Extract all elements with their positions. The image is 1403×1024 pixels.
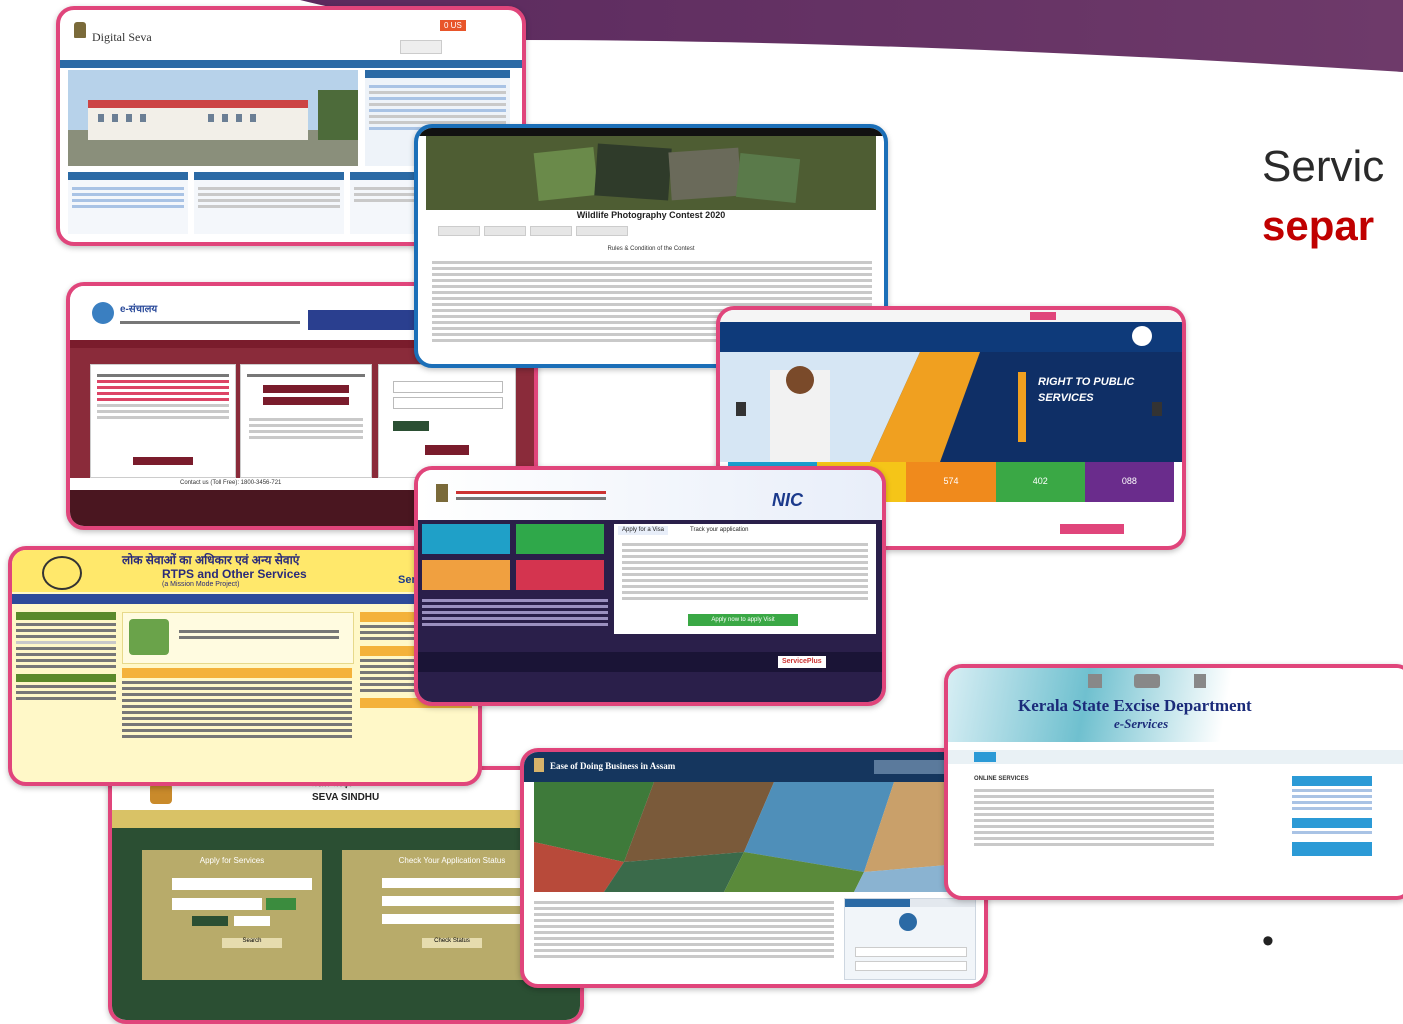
tourism-collage bbox=[534, 782, 984, 892]
header-badge bbox=[1030, 312, 1056, 320]
nav-bar bbox=[60, 60, 522, 68]
brand-name: e-संचालय bbox=[120, 304, 158, 315]
status-select-2[interactable] bbox=[382, 896, 522, 906]
state-emblem-icon bbox=[1134, 674, 1160, 688]
emblem-icon bbox=[1088, 674, 1102, 688]
search-input[interactable] bbox=[400, 40, 442, 54]
section-heading: ONLINE SERVICES bbox=[974, 776, 1029, 782]
nav-bar bbox=[12, 594, 478, 604]
cta-button[interactable] bbox=[1060, 524, 1124, 534]
excise-emblem-icon bbox=[1194, 674, 1206, 688]
title-english: SEVA SINDHU bbox=[312, 792, 380, 803]
home-tab[interactable] bbox=[974, 752, 996, 762]
captcha-input[interactable] bbox=[234, 916, 270, 926]
status-button[interactable] bbox=[263, 397, 349, 405]
search-button[interactable]: Search bbox=[222, 938, 282, 948]
emblem-icon bbox=[436, 484, 448, 502]
site-title: Digital Seva bbox=[92, 30, 152, 44]
rtps-hero-slide bbox=[720, 352, 1182, 462]
people-logo-icon bbox=[42, 556, 82, 590]
department-title: Kerala State Excise Department bbox=[1018, 696, 1252, 715]
apply-now-button[interactable]: Apply now to apply Visit bbox=[688, 614, 798, 626]
username-input[interactable] bbox=[855, 947, 967, 957]
title-hindi: लोक सेवाओं का अधिकार एवं अन्य सेवाएं bbox=[122, 553, 300, 567]
slide-title-line1: Servic bbox=[1262, 142, 1385, 191]
carousel-prev-icon[interactable] bbox=[736, 402, 746, 416]
captcha-image bbox=[192, 916, 228, 926]
quick-link-2[interactable] bbox=[516, 524, 604, 554]
login-email-input[interactable] bbox=[393, 381, 503, 393]
tile-5[interactable]: 088 bbox=[1084, 462, 1175, 502]
user-icon bbox=[899, 913, 917, 931]
nic-logo: NIC bbox=[772, 490, 803, 510]
quick-link-3[interactable] bbox=[422, 560, 510, 590]
tab-apply[interactable]: Apply for a Visa bbox=[618, 526, 668, 535]
slide-subheading: SERVICES bbox=[1038, 392, 1094, 404]
go-button[interactable] bbox=[266, 898, 296, 910]
slide-heading: RIGHT TO PUBLIC bbox=[1038, 376, 1135, 388]
captcha-image bbox=[393, 421, 429, 431]
register-tab[interactable] bbox=[910, 899, 975, 907]
screenshot-assam-business: Ease of Doing Business in Assam bbox=[520, 748, 988, 988]
login-button[interactable] bbox=[425, 445, 469, 455]
application-id-input[interactable] bbox=[382, 914, 522, 924]
wildlife-banner-image bbox=[426, 136, 876, 210]
site-title: Ease of Doing Business in Assam bbox=[550, 761, 676, 771]
language-badge[interactable]: 0 US bbox=[440, 20, 466, 32]
screenshot-bihar-rtps: लोक सेवाओं का अधिकार एवं अन्य सेवाएं RTP… bbox=[8, 546, 482, 786]
assam-logo-icon bbox=[1132, 326, 1152, 346]
tab-3[interactable] bbox=[530, 226, 572, 236]
department-subtitle: e-Services bbox=[1114, 716, 1169, 731]
quick-link-1[interactable] bbox=[422, 524, 510, 554]
subtitle: (a Mission Mode Project) bbox=[162, 581, 240, 588]
tile-3[interactable]: 574 bbox=[906, 462, 996, 502]
campus-photo bbox=[68, 70, 358, 166]
panel-left-title: Apply for Services bbox=[199, 856, 265, 865]
contact-text: Contact us (Toll Free): 1800-3456-721 bbox=[180, 480, 282, 486]
emblem-icon bbox=[534, 758, 544, 772]
carousel-next-icon[interactable] bbox=[1152, 402, 1162, 416]
tab-2[interactable] bbox=[484, 226, 526, 236]
contest-heading: Wildlife Photography Contest 2020 bbox=[576, 210, 726, 220]
rules-heading: Rules & Condition of the Contest bbox=[607, 246, 695, 252]
service-search-input[interactable] bbox=[172, 878, 312, 890]
login-password-input[interactable] bbox=[393, 397, 503, 409]
title-english: RTPS and Other Services bbox=[162, 567, 307, 581]
check-status-button[interactable]: Check Status bbox=[422, 938, 482, 948]
bullet-point: • bbox=[1262, 922, 1274, 960]
password-input[interactable] bbox=[855, 961, 967, 971]
tab-4[interactable] bbox=[576, 226, 628, 236]
quick-link-4[interactable] bbox=[516, 560, 604, 590]
tab-1[interactable] bbox=[438, 226, 480, 236]
tile-4[interactable]: 402 bbox=[995, 462, 1085, 502]
login-tab[interactable] bbox=[845, 899, 910, 907]
apply-button[interactable] bbox=[263, 385, 349, 393]
serviceplus-footer-logo: ServicePlus bbox=[778, 656, 826, 669]
emblem-icon bbox=[74, 22, 86, 43]
bihar-map-icon bbox=[129, 619, 169, 655]
screenshot-nic-visa: NIC Apply for a Visa Track your applicat… bbox=[414, 466, 886, 706]
odisha-logo-icon bbox=[92, 302, 114, 324]
status-select-1[interactable] bbox=[382, 878, 522, 888]
screenshot-kerala-excise: Kerala State Excise Department e-Service… bbox=[944, 664, 1403, 900]
slide-title-line2: separ bbox=[1262, 202, 1375, 249]
department-select[interactable] bbox=[172, 898, 262, 910]
read-more-button[interactable] bbox=[133, 457, 193, 465]
tab-track[interactable]: Track your application bbox=[686, 526, 752, 535]
screenshot-seva-sindhu: ಸೇವಾ ಸಿಂಧು SEVA SINDHU Apply for Service… bbox=[108, 766, 584, 1024]
